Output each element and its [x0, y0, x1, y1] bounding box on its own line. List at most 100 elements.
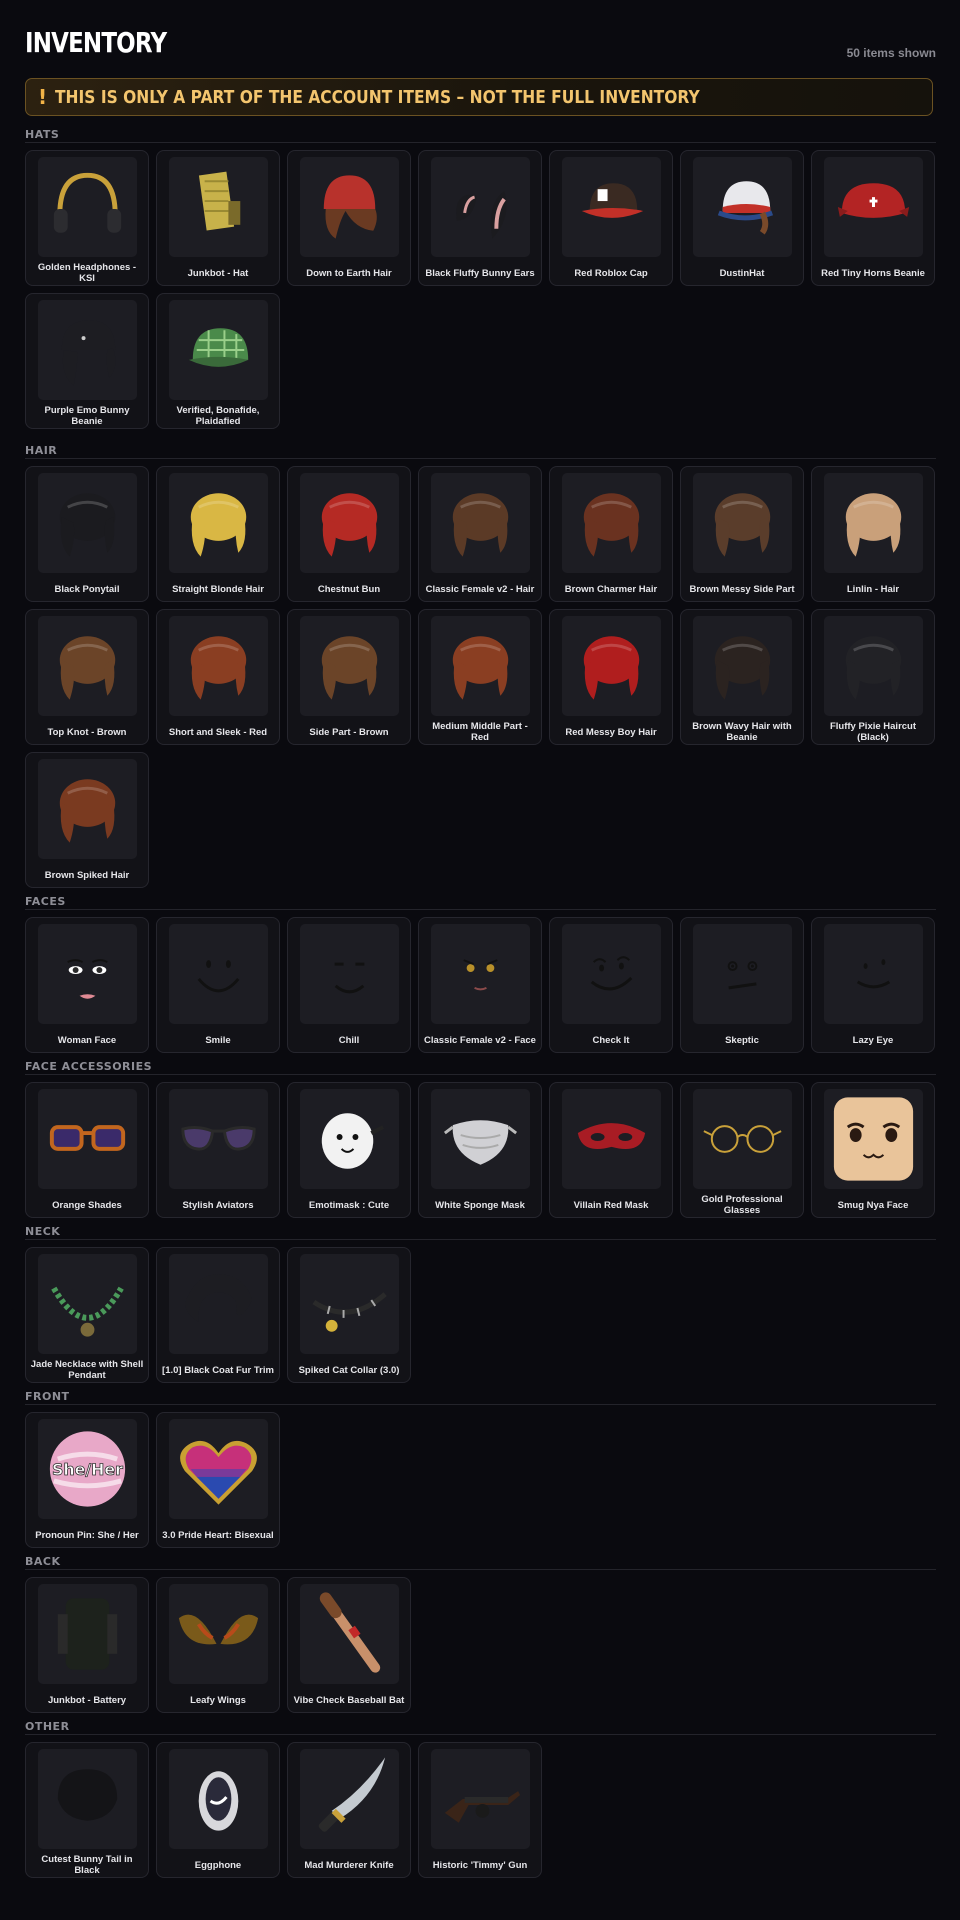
item-card[interactable]: Fluffy Pixie Haircut (Black) [811, 609, 935, 745]
item-card[interactable]: Brown Messy Side Part [680, 466, 804, 602]
face-icon [67, 959, 108, 999]
item-thumbnail [431, 157, 530, 257]
item-card[interactable]: Medium Middle Part - Red [418, 609, 542, 745]
tail-icon [57, 1769, 118, 1821]
item-card[interactable]: Historic 'Timmy' Gun [418, 1742, 542, 1878]
item-thumbnail [824, 473, 923, 573]
item-card[interactable]: Junkbot - Hat [156, 150, 280, 286]
item-card[interactable]: Check It [549, 917, 673, 1053]
item-thumbnail [300, 616, 399, 716]
item-card[interactable]: Purple Emo Bunny Beanie [25, 293, 149, 429]
item-card[interactable]: Orange Shades [25, 1082, 149, 1218]
item-name: Skeptic [725, 1034, 759, 1046]
item-card[interactable]: 3.0 Pride Heart: Bisexual [156, 1412, 280, 1548]
item-card[interactable]: Junkbot - Battery [25, 1577, 149, 1713]
item-thumbnail [300, 1254, 399, 1354]
item-card[interactable]: Cutest Bunny Tail in Black [25, 1742, 149, 1878]
item-card[interactable]: Verified, Bonafide, Plaidafied [156, 293, 280, 429]
item-thumbnail [38, 157, 137, 257]
item-card[interactable]: Red Tiny Horns Beanie [811, 150, 935, 286]
item-card[interactable]: Linlin - Hair [811, 466, 935, 602]
item-thumbnail [169, 1419, 268, 1519]
item-name: Fluffy Pixie Haircut (Black) [829, 721, 917, 743]
hair-icon [452, 636, 509, 700]
item-card[interactable]: Red Messy Boy Hair [549, 609, 673, 745]
item-name: Classic Female v2 - Hair [425, 583, 535, 595]
item-name: Brown Messy Side Part [689, 583, 795, 595]
item-name: 3.0 Pride Heart: Bisexual [162, 1529, 274, 1541]
phone-icon [198, 1771, 239, 1831]
item-card[interactable]: Smug Nya Face [811, 1082, 935, 1218]
item-thumbnail [824, 924, 923, 1024]
hair-icon [714, 636, 771, 700]
red-cap-icon [581, 183, 644, 218]
item-card[interactable]: Black Ponytail [25, 466, 149, 602]
item-card[interactable]: Villain Red Mask [549, 1082, 673, 1218]
hair-icon [583, 493, 640, 557]
section-title-faces: FACES [25, 895, 66, 908]
item-thumbnail [38, 759, 137, 859]
item-card[interactable]: Jade Necklace with Shell Pendant [25, 1247, 149, 1383]
item-thumbnail [693, 616, 792, 716]
hair-icon [714, 493, 771, 557]
item-card[interactable]: [1.0] Black Coat Fur Trim [156, 1247, 280, 1383]
item-thumbnail [562, 1089, 661, 1189]
item-name: Pronoun Pin: She / Her [35, 1529, 139, 1541]
item-name: Eggphone [194, 1859, 242, 1871]
item-card[interactable]: Chill [287, 917, 411, 1053]
item-name: Red Tiny Horns Beanie [821, 267, 925, 279]
item-card[interactable]: Short and Sleek - Red [156, 609, 280, 745]
item-card[interactable]: Top Knot - Brown [25, 609, 149, 745]
item-card[interactable]: Smile [156, 917, 280, 1053]
item-card[interactable]: Stylish Aviators [156, 1082, 280, 1218]
item-card[interactable]: DustinHat [680, 150, 804, 286]
item-card[interactable]: Straight Blonde Hair [156, 466, 280, 602]
item-card[interactable]: Classic Female v2 - Hair [418, 466, 542, 602]
item-card[interactable]: Brown Spiked Hair [25, 752, 149, 888]
battery-icon [57, 1598, 118, 1670]
item-card[interactable]: Eggphone [156, 1742, 280, 1878]
item-thumbnail [38, 1584, 137, 1684]
item-card[interactable]: Side Part - Brown [287, 609, 411, 745]
item-thumbnail [169, 616, 268, 716]
item-card[interactable]: Mad Murderer Knife [287, 1742, 411, 1878]
item-thumbnail [562, 473, 661, 573]
item-card[interactable]: Classic Female v2 - Face [418, 917, 542, 1053]
warning-banner: ! THIS IS ONLY A PART OF THE ACCOUNT ITE… [25, 78, 933, 116]
hair-icon [845, 636, 902, 700]
item-thumbnail [169, 1089, 268, 1189]
item-name: Leafy Wings [190, 1694, 246, 1706]
item-card[interactable]: Woman Face [25, 917, 149, 1053]
item-card[interactable]: Golden Headphones - KSI [25, 150, 149, 286]
item-thumbnail [300, 1089, 399, 1189]
item-name: Mad Murderer Knife [304, 1859, 394, 1871]
item-name: Cutest Bunny Tail in Black [41, 1854, 133, 1876]
item-thumbnail [38, 924, 137, 1024]
item-card[interactable]: Leafy Wings [156, 1577, 280, 1713]
item-card[interactable]: Brown Wavy Hair with Beanie [680, 609, 804, 745]
item-card[interactable]: Lazy Eye [811, 917, 935, 1053]
hair-icon [59, 779, 116, 843]
item-card[interactable]: She/Her Pronoun Pin: She / Her [25, 1412, 149, 1548]
item-name: Black Fluffy Bunny Ears [425, 267, 535, 279]
item-name: Check It [592, 1034, 630, 1046]
item-card[interactable]: Vibe Check Baseball Bat [287, 1577, 411, 1713]
item-thumbnail [38, 300, 137, 400]
item-thumbnail [431, 924, 530, 1024]
item-name: Emotimask : Cute [308, 1199, 390, 1211]
item-card[interactable]: Skeptic [680, 917, 804, 1053]
item-name: Down to Earth Hair [306, 267, 392, 279]
item-card[interactable]: Gold Professional Glasses [680, 1082, 804, 1218]
item-name: Stylish Aviators [182, 1199, 254, 1211]
item-name: Linlin - Hair [846, 583, 900, 595]
item-card[interactable]: Red Roblox Cap [549, 150, 673, 286]
face-icon [856, 959, 891, 989]
item-card[interactable]: White Sponge Mask [418, 1082, 542, 1218]
item-card[interactable]: Chestnut Bun [287, 466, 411, 602]
item-card[interactable]: Brown Charmer Hair [549, 466, 673, 602]
section-title-face-accessories: FACE ACCESSORIES [25, 1060, 153, 1073]
item-card[interactable]: Down to Earth Hair [287, 150, 411, 286]
item-card[interactable]: Emotimask : Cute [287, 1082, 411, 1218]
item-card[interactable]: Black Fluffy Bunny Ears [418, 150, 542, 286]
item-card[interactable]: Spiked Cat Collar (3.0) [287, 1247, 411, 1383]
